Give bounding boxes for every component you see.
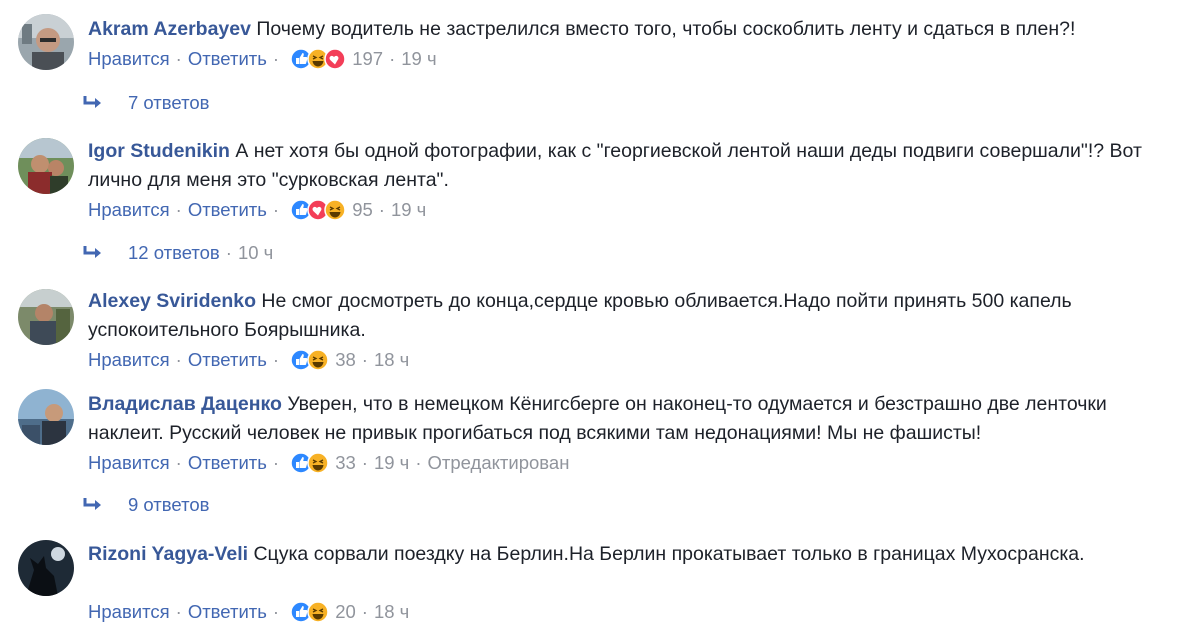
comment-actions: Нравится · Ответить · 38 · 18 ч xyxy=(88,349,410,371)
comment-timestamp[interactable]: 19 ч xyxy=(401,48,436,69)
reaction-count[interactable]: 95 xyxy=(352,199,373,220)
comment-timestamp[interactable]: 19 ч xyxy=(391,199,426,220)
comment-timestamp[interactable]: 19 ч xyxy=(374,452,409,473)
haha-reaction-icon xyxy=(307,452,329,474)
reply-button[interactable]: Ответить xyxy=(188,199,267,220)
like-button[interactable]: Нравится xyxy=(88,452,170,473)
reactions-summary[interactable] xyxy=(290,48,348,70)
comment-actions: Нравится · Ответить · 20 · 18 ч xyxy=(88,601,410,623)
comment-body: Akram Azerbayev Почему водитель не застр… xyxy=(88,15,1172,44)
comment-author[interactable]: Владислав Даценко xyxy=(88,393,282,415)
comment-body: Igor Studenikin А нет хотя бы одной фото… xyxy=(88,137,1172,195)
comment-author[interactable]: Alexey Sviridenko xyxy=(88,290,256,312)
like-button[interactable]: Нравится xyxy=(88,349,170,370)
reply-arrow-icon xyxy=(83,498,101,510)
replies-timestamp: 10 ч xyxy=(237,242,274,263)
comment-author[interactable]: Akram Azerbayev xyxy=(88,18,251,40)
replies-toggle[interactable]: 9 ответов xyxy=(82,492,209,518)
avatar[interactable] xyxy=(18,138,74,194)
comment-actions: Нравится · Ответить · 197 · 19 ч xyxy=(88,48,437,70)
reaction-count[interactable]: 197 xyxy=(352,48,383,69)
reaction-count[interactable]: 38 xyxy=(335,349,356,370)
love-reaction-icon xyxy=(324,48,346,70)
comment-body: Владислав Даценко Уверен, что в немецком… xyxy=(88,390,1172,448)
replies-count-link[interactable]: 9 ответов xyxy=(128,494,209,515)
haha-reaction-icon xyxy=(307,349,329,371)
comment-timestamp[interactable]: 18 ч xyxy=(374,349,409,370)
comment-text: Почему водитель не застрелился вместо то… xyxy=(256,18,1076,40)
reply-button[interactable]: Ответить xyxy=(188,452,267,473)
replies-count-link[interactable]: 12 ответов xyxy=(128,242,220,263)
comment-actions: Нравится · Ответить · 33 · 19 ч · Отредактирова… xyxy=(88,452,570,474)
reaction-count[interactable]: 20 xyxy=(335,601,356,622)
comment-actions: Нравится · Ответить · 95 · 19 ч xyxy=(88,199,427,221)
avatar[interactable] xyxy=(18,389,74,445)
replies-toggle[interactable]: 12 ответов · 10 ч xyxy=(82,240,273,266)
like-button[interactable]: Нравится xyxy=(88,199,170,220)
reply-button[interactable]: Ответить xyxy=(188,601,267,622)
comment-body: Alexey Sviridenko Не смог досмотреть до … xyxy=(88,287,1172,345)
reaction-count[interactable]: 33 xyxy=(335,452,356,473)
reactions-summary[interactable] xyxy=(290,199,348,221)
comment-timestamp[interactable]: 18 ч xyxy=(374,601,409,622)
haha-reaction-icon xyxy=(324,199,346,221)
reply-button[interactable]: Ответить xyxy=(188,48,267,69)
like-button[interactable]: Нравится xyxy=(88,601,170,622)
like-button[interactable]: Нравится xyxy=(88,48,170,69)
reply-arrow-icon xyxy=(83,96,101,108)
reactions-summary[interactable] xyxy=(290,452,331,474)
replies-toggle[interactable]: 7 ответов xyxy=(82,90,209,116)
comment-text: Сцука сорвали поездку на Берлин.На Берли… xyxy=(253,543,1085,565)
comment-author[interactable]: Igor Studenikin xyxy=(88,140,230,162)
edited-label[interactable]: Отредактирован xyxy=(427,452,569,473)
reactions-summary[interactable] xyxy=(290,601,331,623)
comment-body: Rizoni Yagya-Veli Сцука сорвали поездку … xyxy=(88,540,1172,569)
avatar[interactable] xyxy=(18,14,74,70)
reply-arrow-icon xyxy=(83,246,101,258)
reactions-summary[interactable] xyxy=(290,349,331,371)
haha-reaction-icon xyxy=(307,601,329,623)
replies-count-link[interactable]: 7 ответов xyxy=(128,92,209,113)
reply-button[interactable]: Ответить xyxy=(188,349,267,370)
avatar[interactable] xyxy=(18,540,74,596)
comment-author[interactable]: Rizoni Yagya-Veli xyxy=(88,543,248,565)
avatar[interactable] xyxy=(18,289,74,345)
comment-text: А нет хотя бы одной фотографии, как с "г… xyxy=(88,140,1142,191)
